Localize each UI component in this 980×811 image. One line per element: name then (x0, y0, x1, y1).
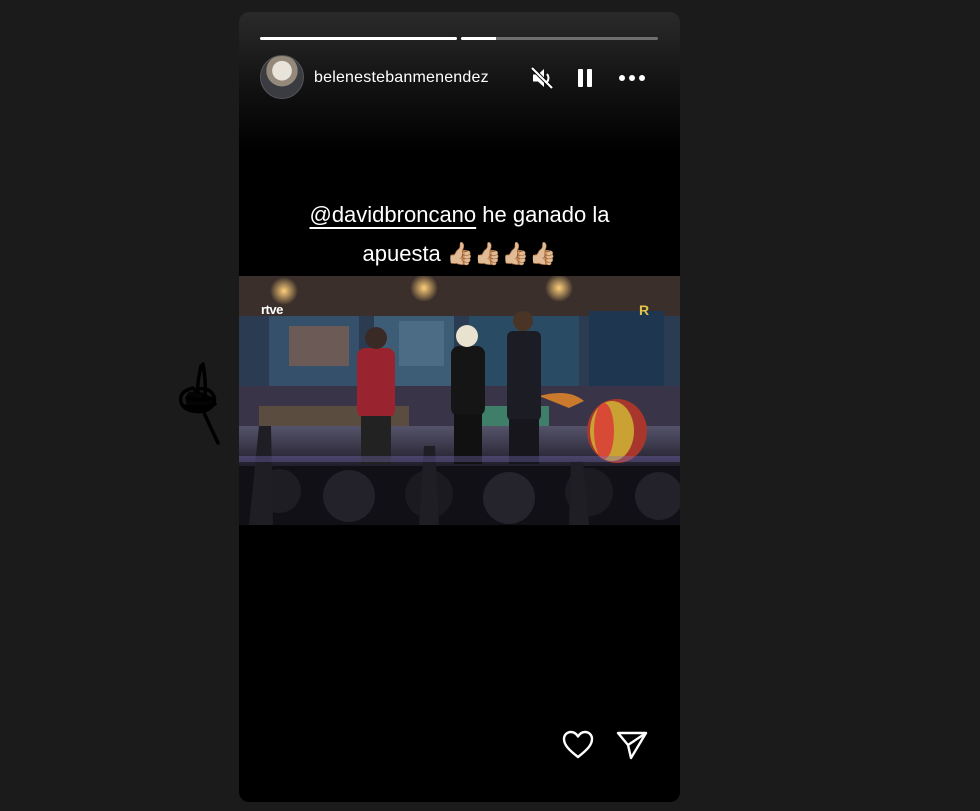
username[interactable]: belenestebanmenendez (314, 69, 489, 87)
story-progress-segment-2[interactable] (461, 37, 658, 40)
heart-icon[interactable] (561, 728, 595, 762)
mention-link[interactable]: @davidbroncano (309, 202, 476, 227)
story-viewer[interactable]: belenestebanmenendez @davidbroncano he g… (239, 12, 680, 802)
avatar[interactable] (260, 55, 304, 99)
speaker-muted-icon[interactable] (529, 65, 555, 91)
more-horizontal-icon[interactable] (617, 65, 647, 91)
story-video[interactable]: rtve R (239, 276, 680, 525)
caption-text: he ganado la (476, 202, 610, 227)
caption-line-1: @davidbroncano he ganado la (239, 195, 680, 234)
send-icon[interactable] (615, 728, 649, 762)
caption-line-2: apuesta 👍🏼👍🏼👍🏼👍🏼 (362, 241, 557, 266)
story-progress-segment-1[interactable] (260, 37, 457, 40)
pause-icon[interactable] (572, 65, 598, 91)
story-caption: @davidbroncano he ganado la apuesta 👍🏼👍🏼… (239, 195, 680, 273)
corner-logo: R (639, 302, 650, 318)
channel-logo: rtve (261, 302, 283, 317)
hand-drawn-doodle (173, 358, 223, 446)
